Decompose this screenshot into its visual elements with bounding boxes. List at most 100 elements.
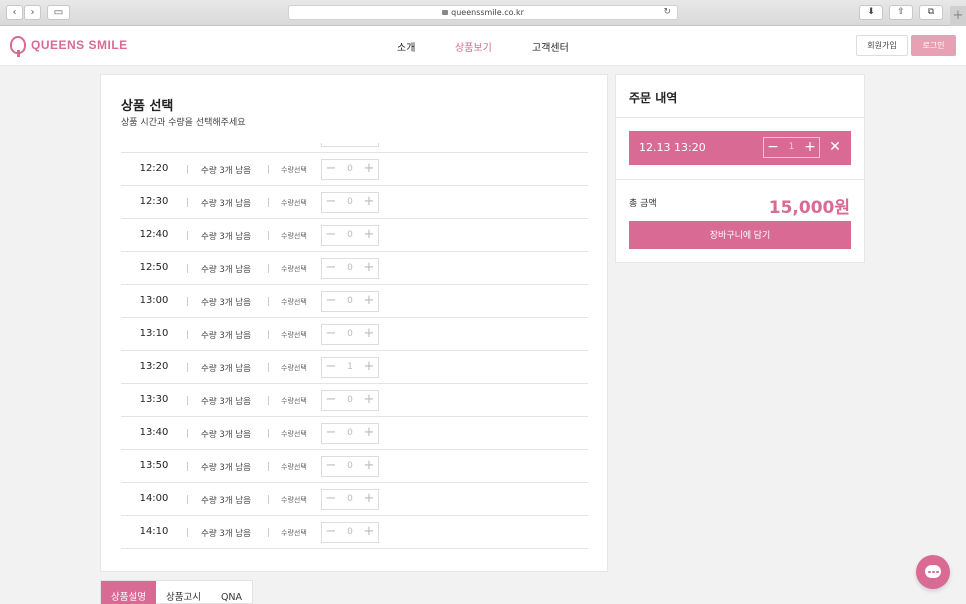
divider bbox=[268, 264, 269, 273]
forward-icon[interactable]: › bbox=[24, 5, 41, 20]
quantity-value[interactable]: 0 bbox=[340, 160, 360, 179]
plus-icon[interactable]: + bbox=[360, 259, 378, 278]
join-button[interactable]: 회원가입 bbox=[856, 35, 908, 56]
nav-intro[interactable]: 소개 bbox=[397, 39, 415, 54]
minus-icon[interactable]: − bbox=[322, 490, 340, 509]
reload-icon[interactable]: ↻ bbox=[663, 6, 671, 19]
time-slot-list[interactable]: − + 12:20수량 3개 남음수량선택−0+12:30수량 3개 남음수량선… bbox=[121, 143, 588, 563]
divider bbox=[268, 528, 269, 537]
quantity-stepper[interactable]: −0 + bbox=[321, 159, 379, 180]
quantity-value[interactable]: 0 bbox=[340, 424, 360, 443]
plus-icon[interactable]: + bbox=[360, 523, 378, 542]
logo[interactable]: QUEENS SMILE bbox=[10, 36, 128, 57]
minus-icon[interactable]: − bbox=[764, 138, 782, 157]
plus-icon[interactable]: + bbox=[360, 193, 378, 212]
plus-icon[interactable]: + bbox=[360, 292, 378, 311]
quantity-stepper[interactable]: −0 + bbox=[321, 291, 379, 312]
quantity-value[interactable]: 0 bbox=[340, 292, 360, 311]
minus-icon[interactable]: − bbox=[322, 226, 340, 245]
slot-select-label: 수량선택 bbox=[281, 232, 307, 240]
order-item: 12.13 13:20 − 1 + ✕ bbox=[629, 131, 851, 165]
quantity-value[interactable]: 0 bbox=[340, 325, 360, 344]
slot-select-label: 수량선택 bbox=[281, 364, 307, 372]
login-button[interactable]: 로그인 bbox=[911, 35, 956, 56]
slot-remaining: 수량 3개 남음 bbox=[201, 430, 251, 440]
slot-select-label: 수량선택 bbox=[281, 529, 307, 537]
tab-qna[interactable]: QNA bbox=[211, 581, 252, 604]
plus-icon[interactable]: + bbox=[360, 490, 378, 509]
minus-icon[interactable]: − bbox=[322, 457, 340, 476]
order-quantity-stepper[interactable]: − 1 + bbox=[763, 137, 820, 158]
plus-icon[interactable]: + bbox=[360, 457, 378, 476]
quantity-stepper[interactable]: −0 + bbox=[321, 324, 379, 345]
quantity-stepper[interactable]: −0 + bbox=[321, 390, 379, 411]
new-tab-icon[interactable]: + bbox=[950, 6, 966, 26]
quantity-value[interactable]: 0 bbox=[340, 193, 360, 212]
quantity-value[interactable]: 0 bbox=[340, 259, 360, 278]
plus-icon[interactable]: + bbox=[360, 160, 378, 179]
browser-toolbar: ‹ › ▭ queenssmile.co.kr ↻ ⬇ ⇧ ⧉ + bbox=[0, 0, 966, 26]
back-icon[interactable]: ‹ bbox=[6, 5, 23, 20]
plus-icon[interactable]: + bbox=[360, 226, 378, 245]
slot-select-label: 수량선택 bbox=[281, 166, 307, 174]
quantity-value[interactable]: 0 bbox=[340, 391, 360, 410]
chat-button[interactable] bbox=[916, 555, 950, 589]
tab-notice[interactable]: 상품고시 bbox=[156, 581, 211, 604]
add-to-cart-button[interactable]: 장바구니에 담기 bbox=[629, 221, 851, 249]
address-bar[interactable]: queenssmile.co.kr ↻ bbox=[288, 5, 678, 20]
plus-icon[interactable]: + bbox=[360, 424, 378, 443]
nav-customer-center[interactable]: 고객센터 bbox=[532, 39, 569, 54]
minus-icon[interactable]: − bbox=[322, 424, 340, 443]
minus-icon[interactable]: − bbox=[322, 292, 340, 311]
sidebar-icon[interactable]: ▭ bbox=[47, 5, 70, 20]
order-quantity-value[interactable]: 1 bbox=[782, 138, 801, 157]
plus-icon[interactable]: + bbox=[360, 325, 378, 344]
quantity-value[interactable]: 0 bbox=[340, 490, 360, 509]
divider bbox=[187, 330, 188, 339]
quantity-stepper[interactable]: −0 + bbox=[321, 225, 379, 246]
plus-icon[interactable]: + bbox=[360, 391, 378, 410]
minus-icon[interactable]: − bbox=[322, 358, 340, 377]
plus-icon[interactable]: + bbox=[360, 358, 378, 377]
minus-icon[interactable]: − bbox=[322, 523, 340, 542]
slot-time: 14:00 bbox=[139, 493, 169, 504]
minus-icon[interactable]: − bbox=[322, 391, 340, 410]
quantity-value[interactable]: 0 bbox=[340, 457, 360, 476]
slot-remaining: 수량 3개 남음 bbox=[201, 529, 251, 539]
quantity-stepper[interactable]: −0 + bbox=[321, 423, 379, 444]
minus-icon[interactable]: − bbox=[322, 143, 340, 146]
nav-products[interactable]: 상품보기 bbox=[455, 39, 492, 54]
quantity-stepper[interactable]: −0 + bbox=[321, 456, 379, 477]
minus-icon[interactable]: − bbox=[322, 160, 340, 179]
quantity-stepper[interactable]: −1 + bbox=[321, 357, 379, 378]
divider bbox=[187, 231, 188, 240]
slot-select-label: 수량선택 bbox=[281, 430, 307, 438]
quantity-stepper[interactable]: −0 + bbox=[321, 489, 379, 510]
quantity-value[interactable]: 0 bbox=[340, 226, 360, 245]
quantity-stepper[interactable]: −0 + bbox=[321, 192, 379, 213]
close-icon[interactable]: ✕ bbox=[827, 138, 843, 156]
slot-select-label: 수량선택 bbox=[281, 397, 307, 405]
slot-time: 13:20 bbox=[139, 361, 169, 372]
minus-icon[interactable]: − bbox=[322, 193, 340, 212]
slot-remaining: 수량 3개 남음 bbox=[201, 496, 251, 506]
table-row: 12:30 수량 3개 남음 수량선택 −0 + bbox=[121, 186, 588, 219]
minus-icon[interactable]: − bbox=[322, 325, 340, 344]
quantity-stepper[interactable]: − + bbox=[321, 143, 379, 147]
tabs-overview-icon[interactable]: ⧉ bbox=[919, 5, 943, 20]
slot-remaining: 수량 3개 남음 bbox=[201, 331, 251, 341]
quantity-stepper[interactable]: −0 + bbox=[321, 522, 379, 543]
table-row: 13:20 수량 3개 남음 수량선택 −1 + bbox=[121, 351, 588, 384]
divider bbox=[187, 429, 188, 438]
download-icon[interactable]: ⬇ bbox=[859, 5, 883, 20]
quantity-value[interactable]: 1 bbox=[340, 358, 360, 377]
plus-icon[interactable]: + bbox=[360, 143, 378, 146]
tab-description[interactable]: 상품설명 bbox=[101, 581, 156, 604]
quantity-stepper[interactable]: −0 + bbox=[321, 258, 379, 279]
quantity-value[interactable]: 0 bbox=[340, 523, 360, 542]
plus-icon[interactable]: + bbox=[801, 138, 819, 157]
minus-icon[interactable]: − bbox=[322, 259, 340, 278]
slot-time: 12:30 bbox=[139, 196, 169, 207]
share-icon[interactable]: ⇧ bbox=[889, 5, 913, 20]
chat-bubble-icon bbox=[925, 565, 941, 578]
